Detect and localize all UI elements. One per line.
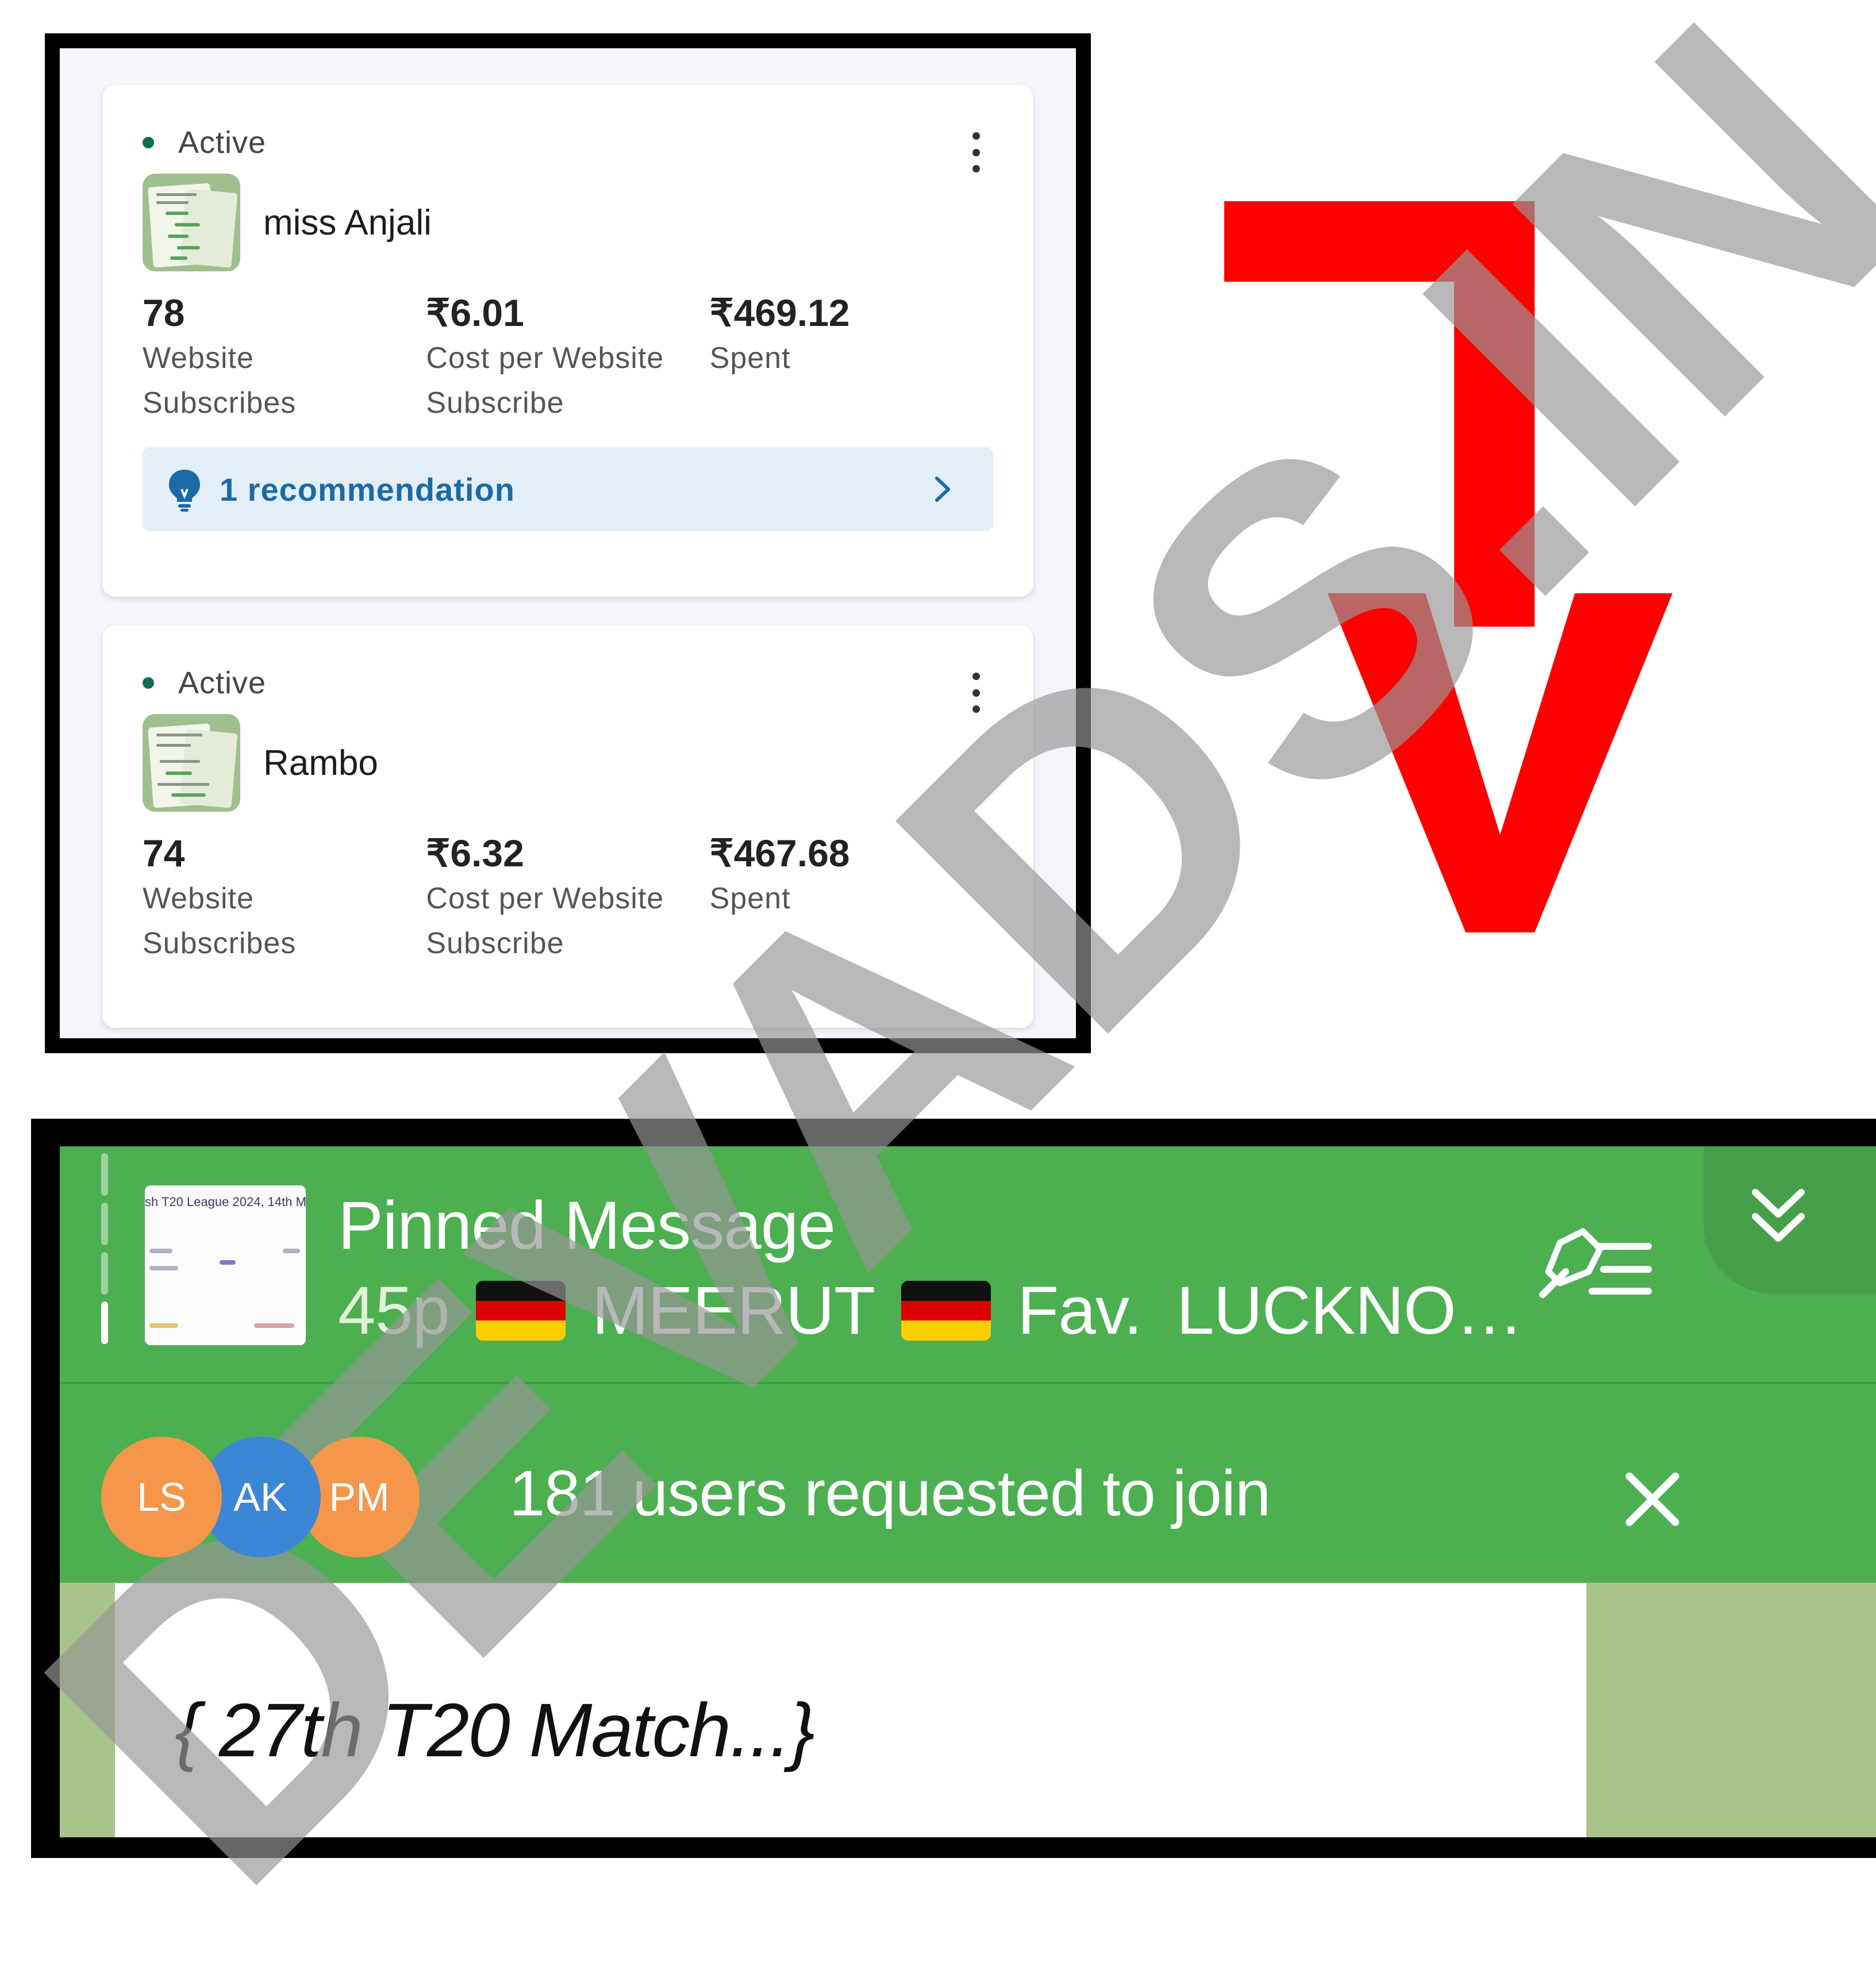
metric-results: 78 Website Subscribes [143,290,426,425]
more-options-icon[interactable] [970,132,982,172]
campaign-metrics: 74 Website Subscribes ₹6.32 Cost per Web… [143,830,993,966]
metric-label: Website Subscribes [143,882,297,960]
status-label: Active [178,125,267,160]
join-requests-bar[interactable]: LS AK PM 181 users requested to join [60,1382,1876,1583]
avatar: LS [101,1437,222,1557]
campaign-metrics: 78 Website Subscribes ₹6.01 Cost per Web… [143,290,993,425]
ads-screenshot-frame: Active miss Anjali 78 Website Subscribes… [45,33,1091,1053]
campaign-header: miss Anjali [143,174,993,271]
metric-cost-per-result: ₹6.01 Cost per Website Subscribe [426,290,709,425]
germany-flag-icon [901,1281,991,1341]
message-text: { 27th T20 Match...} [175,1688,815,1772]
recommendation-button[interactable]: 1 recommendation [143,447,993,531]
status-dot-icon [143,677,154,689]
double-chevron-down-icon[interactable] [1744,1181,1813,1250]
recommendation-label: 1 recommendation [220,471,515,508]
preview-prefix: 45p [338,1273,450,1349]
pinned-list-icon[interactable] [1525,1220,1658,1306]
metric-label: Spent [709,341,791,375]
metric-label: Website Subscribes [143,341,297,420]
campaign-status: Active [143,666,993,700]
metric-value: ₹6.01 [426,291,524,334]
metric-value: 78 [143,291,185,334]
metric-value: ₹467.68 [709,832,850,874]
telegram-chat-view: { 27th T20 Match...} sh T20 League 2024,… [60,1146,1876,1837]
metric-label: Spent [709,882,791,915]
status-label: Active [178,666,267,700]
campaign-card[interactable]: Active Rambo 74 Website Subscribes ₹6.32… [102,625,1033,1028]
campaign-header: Rambo [143,714,993,812]
campaign-name: Rambo [263,743,378,783]
campaign-thumbnail [143,174,240,271]
logo-letter-v [1328,593,1673,932]
lightbulb-icon [169,470,200,512]
metric-value: ₹6.32 [426,832,524,874]
pinned-message-preview: 45p MEERUT Fav. LUCKNO… [338,1272,1524,1350]
metric-results: 74 Website Subscribes [143,830,426,966]
metric-spent: ₹467.68 Spent [710,830,993,966]
status-dot-icon [143,137,154,148]
preview-fav: Fav. [1017,1273,1143,1349]
more-options-icon[interactable] [970,673,982,713]
ads-campaign-list: Active miss Anjali 78 Website Subscribes… [60,48,1076,1038]
pinned-message-title: Pinned Message [338,1188,836,1264]
metric-label: Cost per Website Subscribe [426,882,664,960]
campaign-name: miss Anjali [263,202,432,243]
preview-team2: LUCKNO… [1176,1273,1524,1349]
logo-letter-t [1224,201,1535,627]
metric-value: 74 [143,832,185,874]
join-requests-label: 181 users requested to join [509,1457,1271,1529]
pinned-position-indicator [101,1153,108,1344]
campaign-status: Active [143,125,993,160]
metric-cost-per-result: ₹6.32 Cost per Website Subscribe [426,830,709,966]
campaign-thumbnail [143,714,240,812]
pinned-message-bar[interactable]: sh T20 League 2024, 14th M Pinned Messag… [60,1146,1876,1382]
telegram-screenshot-frame: { 27th T20 Match...} sh T20 League 2024,… [31,1119,1876,1858]
pinned-message-thumbnail: sh T20 League 2024, 14th M [145,1185,306,1345]
metric-label: Cost per Website Subscribe [426,341,664,420]
germany-flag-icon [475,1281,566,1341]
metric-spent: ₹469.12 Spent [710,290,993,425]
thumbnail-caption: sh T20 League 2024, 14th M [145,1195,306,1209]
campaign-card[interactable]: Active miss Anjali 78 Website Subscribes… [102,85,1033,597]
preview-team1: MEERUT [591,1273,875,1349]
chevron-right-icon [935,477,950,502]
close-icon[interactable] [1621,1468,1684,1531]
metric-value: ₹469.12 [709,291,850,334]
